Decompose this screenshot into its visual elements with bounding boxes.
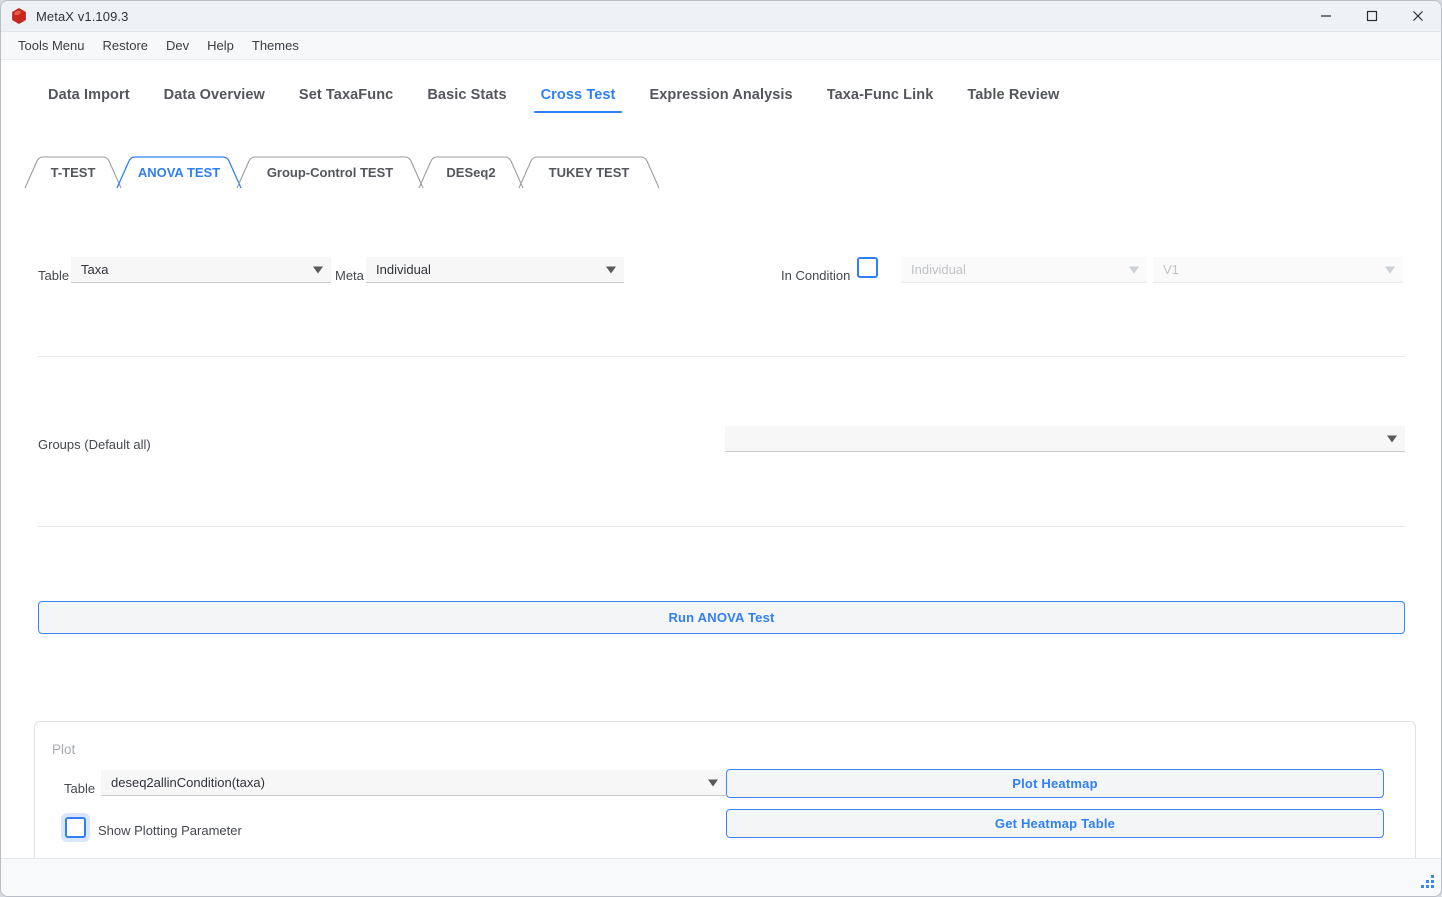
status-bar <box>1 858 1441 896</box>
close-icon[interactable] <box>1395 1 1441 32</box>
groups-select[interactable] <box>725 426 1405 452</box>
condition-value-text: V1 <box>1163 262 1179 277</box>
plot-table-select[interactable]: deseq2allinCondition(taxa) <box>101 770 726 796</box>
tab-cross-test[interactable]: Cross Test <box>524 87 633 113</box>
condition-meta-select: Individual <box>901 257 1147 283</box>
window-controls <box>1303 1 1441 32</box>
app-logo-icon <box>11 8 27 24</box>
condition-meta-value: Individual <box>911 262 966 277</box>
groups-label: Groups (Default all) <box>38 437 151 452</box>
tab-set-taxafunc[interactable]: Set TaxaFunc <box>282 87 410 113</box>
table-select-value: Taxa <box>81 262 109 277</box>
subtab-label: T-TEST <box>50 164 96 180</box>
tab-data-import[interactable]: Data Import <box>31 87 147 113</box>
condition-value-select: V1 <box>1153 257 1403 283</box>
chevron-down-icon <box>606 266 616 273</box>
subtab-tukey-test[interactable]: TUKEY TEST <box>517 156 661 188</box>
tab-data-overview[interactable]: Data Overview <box>147 87 282 113</box>
main-tab-bar: Data Import Data Overview Set TaxaFunc B… <box>1 87 1441 125</box>
subtab-group-control-test[interactable]: Group-Control TEST <box>235 156 425 188</box>
plot-panel: Plot Table deseq2allinCondition(taxa) Sh… <box>34 721 1416 858</box>
show-plotting-parameter-label: Show Plotting Parameter <box>98 823 242 838</box>
chevron-down-icon <box>313 266 323 273</box>
meta-select-value: Individual <box>376 262 431 277</box>
plot-panel-title: Plot <box>52 742 76 757</box>
plot-heatmap-label: Plot Heatmap <box>1012 776 1098 791</box>
in-condition-label: In Condition <box>781 268 851 283</box>
menu-item-tools-menu[interactable]: Tools Menu <box>9 35 93 56</box>
get-heatmap-table-button[interactable]: Get Heatmap Table <box>726 809 1384 838</box>
resize-grip-icon[interactable] <box>1419 875 1435 891</box>
minimize-icon[interactable] <box>1303 1 1349 32</box>
chevron-down-icon <box>708 779 718 786</box>
divider-1 <box>38 356 1405 357</box>
subtab-label: DESeq2 <box>446 164 496 180</box>
chevron-down-icon <box>1385 266 1395 273</box>
subtab-label: TUKEY TEST <box>548 164 630 180</box>
divider-2 <box>38 526 1405 527</box>
plot-table-label: Table <box>64 781 96 796</box>
tab-basic-stats[interactable]: Basic Stats <box>410 87 523 113</box>
app-window: MetaX v1.109.3 Tools Menu Restore Dev He… <box>0 0 1442 897</box>
title-bar: MetaX v1.109.3 <box>1 1 1441 32</box>
window-title: MetaX v1.109.3 <box>36 8 129 24</box>
tab-taxa-func-link[interactable]: Taxa-Func Link <box>810 87 951 113</box>
table-label: Table <box>38 268 70 283</box>
run-anova-test-button[interactable]: Run ANOVA Test <box>38 601 1405 634</box>
tab-expression-analysis[interactable]: Expression Analysis <box>632 87 809 113</box>
subtab-label: Group-Control TEST <box>266 164 394 180</box>
meta-label: Meta <box>335 268 364 283</box>
subtab-label: ANOVA TEST <box>137 164 221 180</box>
menu-item-dev[interactable]: Dev <box>157 35 198 56</box>
show-plotting-parameter-focus-ring <box>61 813 90 842</box>
sub-tab-bar: T-TEST ANOVA TEST Group-Control TEST DES… <box>23 156 653 188</box>
main-content: Data Import Data Overview Set TaxaFunc B… <box>1 60 1441 858</box>
show-plotting-parameter-checkbox[interactable] <box>65 817 86 838</box>
menu-item-restore[interactable]: Restore <box>93 35 157 56</box>
table-select[interactable]: Taxa <box>71 257 331 283</box>
plot-heatmap-button[interactable]: Plot Heatmap <box>726 769 1384 798</box>
chevron-down-icon <box>1387 435 1397 442</box>
meta-select[interactable]: Individual <box>366 257 624 283</box>
run-anova-test-label: Run ANOVA Test <box>668 610 775 625</box>
subtab-t-test[interactable]: T-TEST <box>23 156 123 188</box>
maximize-icon[interactable] <box>1349 1 1395 32</box>
get-heatmap-table-label: Get Heatmap Table <box>994 816 1116 831</box>
tab-table-review[interactable]: Table Review <box>950 87 1076 113</box>
menu-item-themes[interactable]: Themes <box>243 35 308 56</box>
chevron-down-icon <box>1129 266 1139 273</box>
subtab-anova-test[interactable]: ANOVA TEST <box>115 156 243 188</box>
in-condition-checkbox[interactable] <box>857 257 878 278</box>
menu-bar: Tools Menu Restore Dev Help Themes <box>1 32 1441 60</box>
subtab-deseq2[interactable]: DESeq2 <box>417 156 525 188</box>
menu-item-help[interactable]: Help <box>198 35 243 56</box>
plot-table-value: deseq2allinCondition(taxa) <box>111 775 265 790</box>
